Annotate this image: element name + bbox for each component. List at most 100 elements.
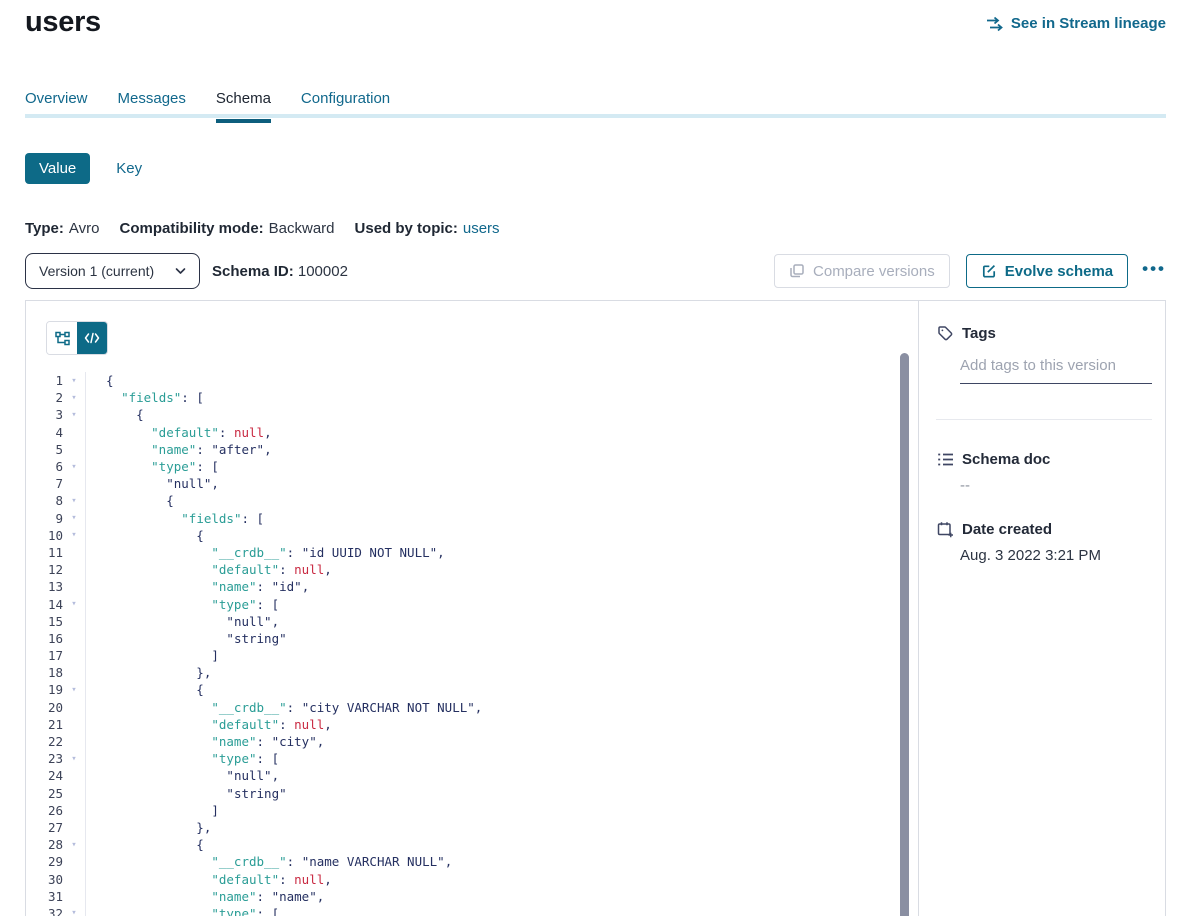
line-number: 10: [26, 528, 63, 543]
code-line: 3▾ {: [26, 406, 896, 423]
editor-view-toggle: [46, 321, 108, 355]
gutter: 30: [26, 870, 86, 887]
gutter: 14▾: [26, 595, 86, 612]
fold-toggle-icon[interactable]: ▾: [63, 530, 85, 540]
line-number: 24: [26, 768, 63, 783]
line-number: 22: [26, 734, 63, 749]
fold-toggle-icon[interactable]: ▾: [63, 496, 85, 506]
code-text: "name": "city",: [86, 734, 324, 749]
fold-toggle-icon[interactable]: ▾: [63, 462, 85, 472]
gutter: 21: [26, 716, 86, 733]
gutter: 27: [26, 819, 86, 836]
code-line: 1▾{: [26, 372, 896, 389]
line-number: 32: [26, 906, 63, 916]
fold-toggle-icon[interactable]: ▾: [63, 685, 85, 695]
line-number: 9: [26, 511, 63, 526]
line-number: 26: [26, 803, 63, 818]
gutter: 12: [26, 561, 86, 578]
tags-title: Tags: [962, 325, 996, 342]
gutter: 20: [26, 699, 86, 716]
stream-lineage-icon: [986, 16, 1004, 32]
code-text: "type": [: [86, 459, 219, 474]
code-text: "default": null,: [86, 872, 332, 887]
gutter: 2▾: [26, 389, 86, 406]
schema-doc-title: Schema doc: [962, 451, 1050, 468]
code-line: 32▾ "type": [: [26, 905, 896, 916]
code-line: 4 "default": null,: [26, 424, 896, 441]
tab-schema[interactable]: Schema: [216, 90, 271, 115]
schema-sidebar: Tags Schema doc --: [918, 301, 1165, 916]
fold-toggle-icon[interactable]: ▾: [63, 908, 85, 916]
code-text: "null",: [86, 614, 279, 629]
fold-toggle-icon[interactable]: ▾: [63, 599, 85, 609]
line-number: 12: [26, 562, 63, 577]
schema-id: Schema ID: 100002: [212, 263, 348, 280]
schema-panel: 1▾{2▾ "fields": [3▾ {4 "default": null,5…: [25, 300, 1166, 916]
schema-id-label: Schema ID:: [212, 263, 294, 280]
line-number: 5: [26, 442, 63, 457]
code-text: {: [86, 682, 204, 697]
code-text: "type": [: [86, 751, 279, 766]
gutter: 31: [26, 888, 86, 905]
tab-configuration[interactable]: Configuration: [301, 90, 390, 115]
edit-icon: [981, 263, 997, 279]
tab-messages[interactable]: Messages: [118, 90, 186, 115]
line-number: 17: [26, 648, 63, 663]
meta-compatibility-label: Compatibility mode:: [119, 220, 263, 237]
line-number: 27: [26, 820, 63, 835]
gutter: 25: [26, 785, 86, 802]
code-line: 10▾ {: [26, 527, 896, 544]
vertical-scrollbar-thumb[interactable]: [900, 353, 909, 916]
code-line: 24 "null",: [26, 767, 896, 784]
version-select[interactable]: Version 1 (current): [25, 253, 200, 289]
more-actions-button[interactable]: •••: [1142, 260, 1166, 283]
fold-toggle-icon[interactable]: ▾: [63, 840, 85, 850]
fold-toggle-icon[interactable]: ▾: [63, 754, 85, 764]
key-toggle-button[interactable]: Key: [116, 160, 142, 177]
code-text: "default": null,: [86, 425, 272, 440]
schema-doc-section: Schema doc --: [936, 451, 1152, 494]
code-text: "string": [86, 786, 287, 801]
code-text: "null",: [86, 768, 279, 783]
stream-lineage-link[interactable]: See in Stream lineage: [986, 15, 1166, 32]
evolve-schema-button[interactable]: Evolve schema: [966, 254, 1128, 288]
tab-overview[interactable]: Overview: [25, 90, 88, 115]
fold-toggle-icon[interactable]: ▾: [63, 393, 85, 403]
date-created-value: Aug. 3 2022 3:21 PM: [960, 547, 1152, 564]
date-created-section: Date created Aug. 3 2022 3:21 PM: [936, 521, 1152, 564]
value-key-toggle: Value Key: [25, 153, 142, 184]
code-text: "fields": [: [86, 390, 204, 405]
gutter: 17: [26, 647, 86, 664]
add-tags-input[interactable]: [960, 355, 1152, 384]
code-text: "default": null,: [86, 562, 332, 577]
gutter: 4: [26, 424, 86, 441]
gutter: 24: [26, 767, 86, 784]
code-view-button[interactable]: [77, 322, 107, 354]
meta-topic-link[interactable]: users: [463, 220, 500, 237]
code-text: "type": [: [86, 597, 279, 612]
gutter: 32▾: [26, 905, 86, 916]
code-text: "__crdb__": "city VARCHAR NOT NULL",: [86, 700, 482, 715]
compare-versions-button[interactable]: Compare versions: [774, 254, 950, 288]
code-text: "name": "after",: [86, 442, 272, 457]
fold-toggle-icon[interactable]: ▾: [63, 513, 85, 523]
value-toggle-button[interactable]: Value: [25, 153, 90, 184]
list-icon: [936, 452, 954, 467]
code-line: 18 },: [26, 664, 896, 681]
schema-code-viewer[interactable]: 1▾{2▾ "fields": [3▾ {4 "default": null,5…: [26, 372, 896, 916]
code-line: 5 "name": "after",: [26, 441, 896, 458]
tree-view-button[interactable]: [47, 322, 77, 354]
meta-type-value: Avro: [69, 220, 100, 237]
date-created-title: Date created: [962, 521, 1052, 538]
code-line: 20 "__crdb__": "city VARCHAR NOT NULL",: [26, 699, 896, 716]
fold-toggle-icon[interactable]: ▾: [63, 376, 85, 386]
fold-toggle-icon[interactable]: ▾: [63, 410, 85, 420]
code-text: "name": "name",: [86, 889, 324, 904]
gutter: 3▾: [26, 406, 86, 423]
gutter: 15: [26, 613, 86, 630]
code-text: "__crdb__": "id UUID NOT NULL",: [86, 545, 445, 560]
gutter: 11: [26, 544, 86, 561]
line-number: 6: [26, 459, 63, 474]
meta-compatibility-value: Backward: [269, 220, 335, 237]
line-number: 4: [26, 425, 63, 440]
